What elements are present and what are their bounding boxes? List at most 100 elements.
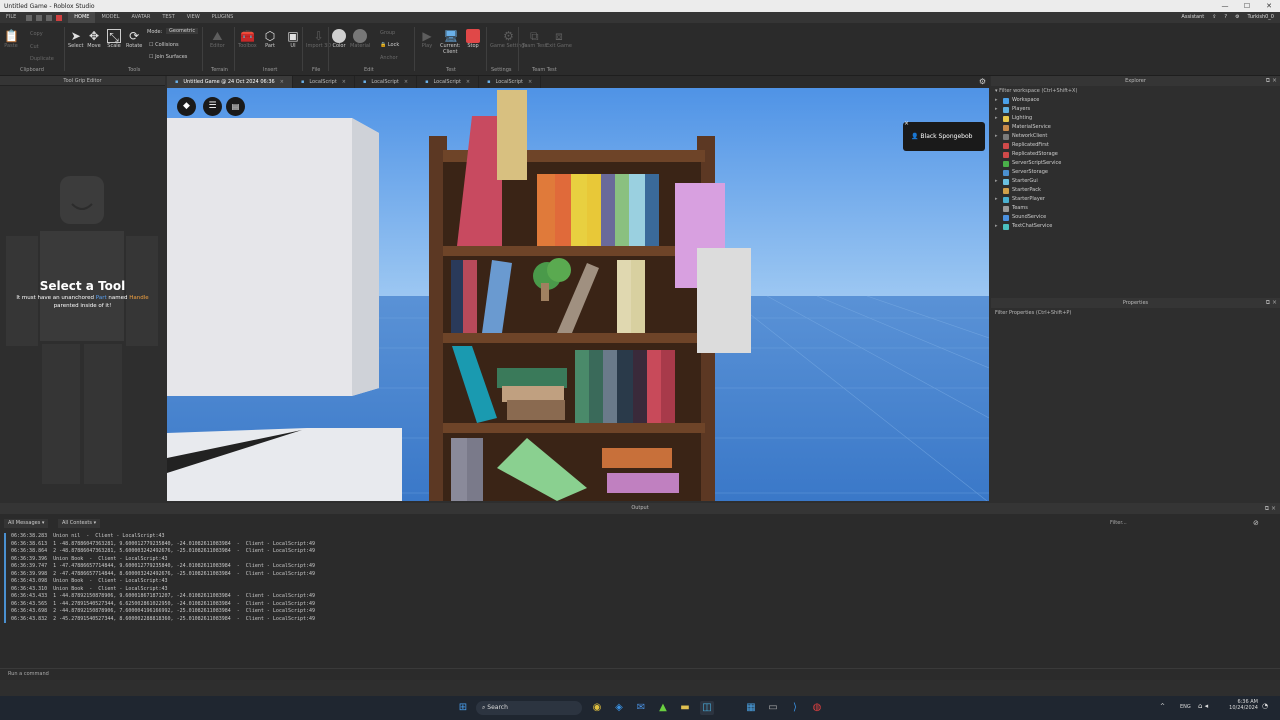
explorer-item[interactable]: ▸ Players [991,105,1280,114]
tab-localscript[interactable]: ▪ LocalScript × [355,76,418,88]
expand-arrow-icon[interactable]: ▸ [995,222,1003,231]
help-icon[interactable]: ? [1224,12,1227,23]
expand-arrow-icon[interactable]: ▸ [995,195,1003,204]
close-player-list-icon[interactable]: × [904,120,909,127]
clear-output-icon[interactable]: ⊘ [1253,519,1259,527]
expand-arrow-icon[interactable]: ▸ [995,114,1003,123]
explorer-item[interactable]: Teams [991,204,1280,213]
photos-icon[interactable]: ▦ [744,701,758,715]
menu-tab-view[interactable]: VIEW [181,12,206,23]
explorer-filter-input[interactable]: ▾ Filter workspace (Ctrl+Shift+X) [991,86,1280,96]
play-button[interactable]: ▶ Play [420,29,434,49]
anchor-button[interactable]: Anchor [380,55,398,61]
expand-arrow-icon[interactable]: ▸ [995,105,1003,114]
viewport-settings-icon[interactable]: ⚙ [979,77,986,86]
start-menu-icon[interactable]: ⊞ [456,701,470,715]
close-tab-icon[interactable]: × [404,76,408,88]
network-volume-icons[interactable]: ⌂ ◂ [1198,702,1208,710]
terminal-icon[interactable]: ▭ [766,701,780,715]
vscode-icon[interactable]: ⟩ [788,701,802,715]
clock[interactable]: 6:36 AM 10/24/2024 [1224,699,1258,711]
player-list-entry[interactable]: 👤 Black Spongebob [903,122,985,151]
copy-button[interactable]: Copy [30,31,43,37]
scale-tool-button[interactable]: ⤡ Scale [107,29,121,49]
menu-tab-model[interactable]: MODEL [95,12,125,23]
group-button[interactable]: Group [380,30,395,36]
panel-controls[interactable]: ⧉ × [1266,298,1277,308]
cut-button[interactable]: Cut [30,44,39,50]
game-viewport[interactable]: ◆ ☰ ▤ 👤 Black Spongebob × [167,88,989,501]
explorer-item[interactable]: ▸ StarterPlayer [991,195,1280,204]
exit-game-button[interactable]: ⧈ Exit Game [546,29,572,49]
notifications-icon[interactable]: ◔ [1262,702,1268,710]
file-explorer-icon[interactable]: ▬ [678,701,692,715]
tab-localscript[interactable]: ▪ LocalScript × [417,76,480,88]
minimize-button[interactable]: — [1214,0,1236,12]
roblox-menu-icon[interactable]: ◆ [177,97,196,116]
join-surfaces-toggle[interactable]: ☐ Join Surfaces [149,54,187,60]
roblox-icon[interactable]: ◍ [810,701,824,715]
output-filter-input[interactable]: Filter... [1106,519,1248,528]
paste-button[interactable]: 📋 Paste [4,29,19,49]
explorer-item[interactable]: StarterPack [991,186,1280,195]
chrome-icon[interactable]: ◉ [590,701,604,715]
contexts-filter-dropdown[interactable]: All Contexts ▾ [58,519,101,528]
copilot-icon[interactable]: ◈ [612,701,626,715]
stop-quick-icon[interactable] [56,14,63,21]
nvidia-icon[interactable]: ▲ [656,701,670,715]
lock-button[interactable]: 🔒 Lock [380,42,399,48]
explorer-item[interactable]: ▸ Lighting [991,114,1280,123]
menu-tab-home[interactable]: HOME [68,12,96,23]
collisions-toggle[interactable]: ☐ Collisions [149,42,179,48]
tab-localscript[interactable]: ▪ LocalScript × [479,76,542,88]
file-menu[interactable]: FILE [0,12,22,23]
close-window-button[interactable]: ✕ [1258,0,1280,12]
explorer-item[interactable]: ServerScriptService [991,159,1280,168]
maximize-button[interactable]: ☐ [1236,0,1258,12]
tray-chevron-icon[interactable]: ^ [1160,703,1165,710]
undo-quick-icon[interactable] [36,14,43,21]
terrain-editor-button[interactable]: ⛰ Editor [210,29,225,49]
close-tab-icon[interactable]: × [342,76,346,88]
redo-quick-icon[interactable] [46,14,53,21]
tab-localscript[interactable]: ▪ LocalScript × [293,76,355,88]
share-icon[interactable]: ⇪ [1212,12,1216,23]
properties-filter-input[interactable]: Filter Properties (Ctrl+Shift+P) [991,308,1280,318]
explorer-item[interactable]: ▸ Workspace [991,96,1280,105]
explorer-item[interactable]: ▸ TextChatService [991,222,1280,231]
ui-button[interactable]: ▣ UI [286,29,300,49]
close-tab-icon[interactable]: × [280,76,284,88]
chat-icon[interactable]: ▤ [226,97,245,116]
language-indicator[interactable]: ENG [1180,704,1191,710]
explorer-item[interactable]: ReplicatedStorage [991,150,1280,159]
rotate-tool-button[interactable]: ⟳ Rotate [126,29,142,49]
explorer-item[interactable]: ReplicatedFirst [991,141,1280,150]
settings-icon[interactable]: ⚙ [1235,12,1239,23]
stop-button[interactable]: Stop [466,29,480,49]
expand-arrow-icon[interactable]: ▸ [995,177,1003,186]
save-quick-icon[interactable] [26,14,33,21]
assistant-button[interactable]: Assistant [1181,12,1204,23]
toolbox-button[interactable]: 🧰 Toolbox [238,29,257,49]
tab-game[interactable]: ▪ Untitled Game @ 24 Oct 2024 06:36 × [167,76,293,88]
expand-arrow-icon[interactable]: ▸ [995,132,1003,141]
select-tool-button[interactable]: ➤ Select [68,29,83,49]
duplicate-button[interactable]: Duplicate [30,56,54,62]
close-tab-icon[interactable]: × [528,76,532,88]
explorer-item[interactable]: ServerStorage [991,168,1280,177]
menu-tab-test[interactable]: TEST [156,12,180,23]
panel-controls[interactable]: ⧉ × [1265,503,1276,514]
explorer-item[interactable]: MaterialService [991,123,1280,132]
material-button[interactable]: Material [350,29,370,49]
team-test-button[interactable]: ⧉ Team Test [522,29,547,49]
current-client-button[interactable]: 🖥 Current: Client [440,29,460,55]
user-name[interactable]: Turkish0_0 [1248,12,1274,23]
roblox-studio-icon[interactable]: ◫ [700,701,714,715]
explorer-item[interactable]: SoundService [991,213,1280,222]
taskbar-search[interactable]: ⌕ Search [476,701,582,715]
move-tool-button[interactable]: ✥ Move [87,29,101,49]
menu-tab-plugins[interactable]: PLUGINS [206,12,239,23]
outlook-icon[interactable]: ✉ [634,701,648,715]
explorer-item[interactable]: ▸ StarterGui [991,177,1280,186]
expand-arrow-icon[interactable]: ▸ [995,96,1003,105]
